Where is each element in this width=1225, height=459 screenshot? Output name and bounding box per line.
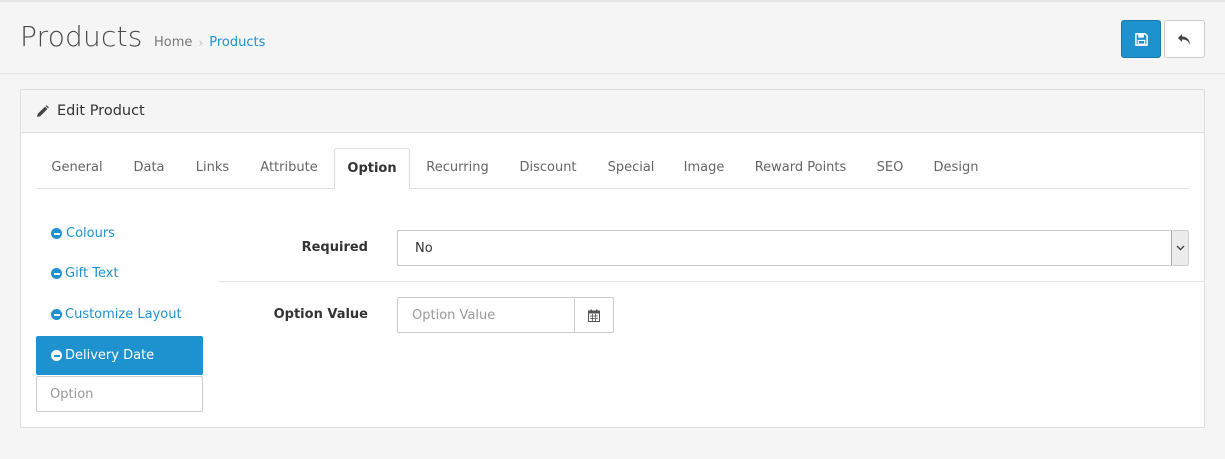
tab-design[interactable]: Design	[916, 148, 996, 189]
tab-discount[interactable]: Discount	[505, 148, 591, 189]
reply-icon	[1178, 33, 1190, 45]
tab-image[interactable]: Image	[671, 148, 737, 189]
form-row-divider	[218, 281, 1205, 282]
required-select[interactable]: No	[397, 230, 1189, 266]
minus-circle-icon	[51, 309, 62, 320]
tab-option[interactable]: Option	[334, 148, 410, 190]
option-value-label: Option Value	[273, 307, 368, 322]
panel-title: Edit Product	[57, 103, 145, 119]
option-item-delivery-date[interactable]: Delivery Date	[36, 336, 203, 375]
breadcrumb: Home › Products	[154, 35, 265, 50]
tab-general[interactable]: General	[37, 148, 117, 189]
option-item-colours[interactable]: Colours	[36, 214, 203, 253]
option-item-customize-layout[interactable]: Customize Layout	[36, 295, 203, 334]
add-option-input[interactable]	[36, 376, 203, 412]
minus-circle-icon	[51, 228, 62, 239]
option-item-label: Customize Layout	[65, 307, 182, 322]
option-item-label: Colours	[66, 226, 115, 241]
option-item-gift-text[interactable]: Gift Text	[36, 254, 203, 293]
product-tabs: General Data Links Attribute Option Recu…	[37, 148, 1189, 190]
calendar-button[interactable]	[574, 297, 614, 333]
minus-circle-icon	[51, 350, 62, 361]
back-button[interactable]	[1164, 20, 1205, 58]
save-button[interactable]	[1121, 20, 1161, 58]
page-title: Products	[20, 20, 143, 53]
option-item-label: Delivery Date	[65, 348, 155, 363]
tab-links[interactable]: Links	[181, 148, 244, 189]
edit-product-panel: Edit Product General Data Links Attribut…	[20, 89, 1205, 428]
tab-reward-points[interactable]: Reward Points	[737, 148, 864, 189]
option-item-label: Gift Text	[65, 266, 119, 281]
save-icon	[1134, 32, 1148, 46]
panel-heading: Edit Product	[21, 90, 1204, 133]
tab-special[interactable]: Special	[591, 148, 671, 189]
tab-recurring[interactable]: Recurring	[410, 148, 505, 189]
tab-attribute[interactable]: Attribute	[244, 148, 334, 189]
option-value-date-input[interactable]	[397, 297, 575, 333]
pencil-icon	[37, 104, 49, 117]
breadcrumb-products-link[interactable]: Products	[209, 35, 265, 50]
required-select-value: No	[415, 240, 433, 256]
required-label: Required	[301, 240, 368, 255]
page-header: Products Home › Products	[0, 2, 1225, 74]
tab-data[interactable]: Data	[117, 148, 181, 189]
breadcrumb-separator: ›	[198, 35, 204, 50]
breadcrumb-home-link[interactable]: Home	[154, 35, 192, 50]
minus-circle-icon	[51, 268, 62, 279]
chevron-down-icon	[1171, 231, 1188, 265]
tab-seo[interactable]: SEO	[864, 148, 916, 189]
calendar-icon	[588, 309, 600, 322]
